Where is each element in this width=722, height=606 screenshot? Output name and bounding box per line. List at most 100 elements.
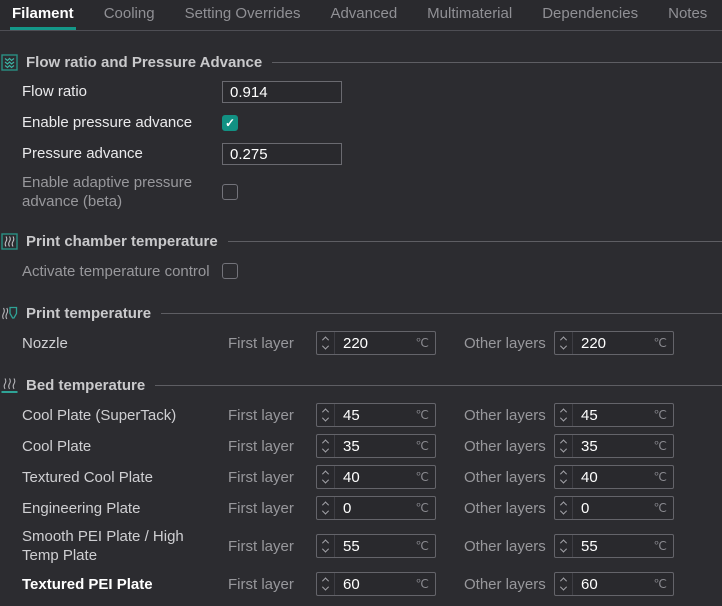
tab-advanced[interactable]: Advanced [328,0,399,30]
tab-setting-overrides[interactable]: Setting Overrides [183,0,303,30]
setting-label: Textured PEI Plate [22,575,222,594]
textured-pei-plate-first-layer-temp-spinner[interactable]: 60℃ [316,572,436,596]
pressure-advance-input[interactable] [222,143,342,165]
celsius-unit-label: ℃ [654,470,673,484]
setting-row-textured-pei-plate: Textured PEI PlateFirst layer60℃Other la… [0,572,722,596]
celsius-unit-label: ℃ [416,501,435,515]
cool-plate-other-layers-temp-spinner[interactable]: 35℃ [554,434,674,458]
tab-multimaterial[interactable]: Multimaterial [425,0,514,30]
other-layers-label: Other layers [464,469,554,486]
other-layers-label: Other layers [464,335,554,352]
tab-filament[interactable]: Filament [10,0,76,30]
enable-adaptive-pressure-advance-beta-checkbox[interactable]: ✓ [222,184,238,200]
tab-cooling[interactable]: Cooling [102,0,157,30]
spinner-arrows[interactable] [317,497,335,519]
section-divider [161,313,722,314]
spinner-arrows[interactable] [317,535,335,557]
spinner-down-icon[interactable] [322,546,329,553]
spinner-down-icon[interactable] [560,343,567,350]
celsius-unit-label: ℃ [654,501,673,515]
spinner-down-icon[interactable] [560,446,567,453]
cool-plate-supertack-first-layer-temp-spinner[interactable]: 45℃ [316,403,436,427]
celsius-unit-label: ℃ [416,336,435,350]
chamber-icon [1,233,18,250]
cool-plate-supertack-other-layers-temp-value: 45 [573,407,654,424]
setting-row-textured-cool-plate: Textured Cool PlateFirst layer40℃Other l… [0,465,722,489]
spinner-down-icon[interactable] [560,477,567,484]
other-layers-label: Other layers [464,538,554,555]
spinner-down-icon[interactable] [322,415,329,422]
celsius-unit-label: ℃ [416,408,435,422]
textured-cool-plate-other-layers-temp-spinner[interactable]: 40℃ [554,465,674,489]
cool-plate-supertack-other-layers-temp-spinner[interactable]: 45℃ [554,403,674,427]
celsius-unit-label: ℃ [654,539,673,553]
section-header-flow-ratio-and-pressure-advance: Flow ratio and Pressure Advance [1,51,722,73]
bed-icon [1,377,18,394]
cool-plate-other-layers-temp-value: 35 [573,438,654,455]
setting-label: Pressure advance [22,144,222,163]
spinner-arrows[interactable] [317,435,335,457]
celsius-unit-label: ℃ [654,577,673,591]
section-divider [228,241,722,242]
celsius-unit-label: ℃ [416,577,435,591]
spinner-arrows[interactable] [555,404,573,426]
textured-cool-plate-other-layers-temp-value: 40 [573,469,654,486]
spinner-arrows[interactable] [317,404,335,426]
tab-notes[interactable]: Notes [666,0,709,30]
other-layers-label: Other layers [464,500,554,517]
spinner-down-icon[interactable] [322,477,329,484]
celsius-unit-label: ℃ [416,539,435,553]
spinner-arrows[interactable] [555,332,573,354]
spinner-down-icon[interactable] [322,508,329,515]
celsius-unit-label: ℃ [416,439,435,453]
spinner-down-icon[interactable] [322,584,329,591]
spinner-down-icon[interactable] [322,343,329,350]
setting-row-pressure-advance: Pressure advance [0,142,722,166]
spinner-down-icon[interactable] [322,446,329,453]
spinner-down-icon[interactable] [560,415,567,422]
activate-temperature-control-checkbox[interactable]: ✓ [222,263,238,279]
engineering-plate-other-layers-temp-spinner[interactable]: 0℃ [554,496,674,520]
setting-row-activate-temperature-control: Activate temperature control✓ [0,259,722,283]
smooth-pei-plate-high-temp-plate-other-layers-temp-spinner[interactable]: 55℃ [554,534,674,558]
textured-cool-plate-first-layer-temp-value: 40 [335,469,416,486]
spinner-arrows[interactable] [555,435,573,457]
spinner-arrows[interactable] [555,573,573,595]
setting-row-flow-ratio: Flow ratio [0,80,722,104]
spinner-arrows[interactable] [317,573,335,595]
section-title: Bed temperature [26,377,145,394]
tab-dependencies[interactable]: Dependencies [540,0,640,30]
first-layer-label: First layer [228,335,316,352]
celsius-unit-label: ℃ [654,408,673,422]
spinner-arrows[interactable] [555,466,573,488]
spinner-arrows[interactable] [317,332,335,354]
nozzle-other-layers-temp-spinner[interactable]: 220℃ [554,331,674,355]
cool-plate-first-layer-temp-value: 35 [335,438,416,455]
spinner-down-icon[interactable] [560,584,567,591]
celsius-unit-label: ℃ [654,336,673,350]
first-layer-label: First layer [228,469,316,486]
cool-plate-first-layer-temp-spinner[interactable]: 35℃ [316,434,436,458]
smooth-pei-plate-high-temp-plate-other-layers-temp-value: 55 [573,538,654,555]
flow-icon [1,54,18,71]
tab-bar: Filament Cooling Setting Overrides Advanced… [0,0,722,31]
engineering-plate-first-layer-temp-spinner[interactable]: 0℃ [316,496,436,520]
smooth-pei-plate-high-temp-plate-first-layer-temp-spinner[interactable]: 55℃ [316,534,436,558]
textured-pei-plate-other-layers-temp-spinner[interactable]: 60℃ [554,572,674,596]
nozzle-icon [1,305,18,322]
spinner-arrows[interactable] [555,535,573,557]
spinner-arrows[interactable] [555,497,573,519]
spinner-arrows[interactable] [317,466,335,488]
first-layer-label: First layer [228,576,316,593]
spinner-down-icon[interactable] [560,546,567,553]
nozzle-first-layer-temp-value: 220 [335,335,416,352]
enable-pressure-advance-checkbox[interactable]: ✓ [222,115,238,131]
flow-ratio-input[interactable] [222,81,342,103]
first-layer-label: First layer [228,500,316,517]
spinner-down-icon[interactable] [560,508,567,515]
textured-cool-plate-first-layer-temp-spinner[interactable]: 40℃ [316,465,436,489]
setting-row-cool-plate: Cool PlateFirst layer35℃Other layers35℃ [0,434,722,458]
nozzle-first-layer-temp-spinner[interactable]: 220℃ [316,331,436,355]
setting-label: Flow ratio [22,82,222,101]
celsius-unit-label: ℃ [416,470,435,484]
